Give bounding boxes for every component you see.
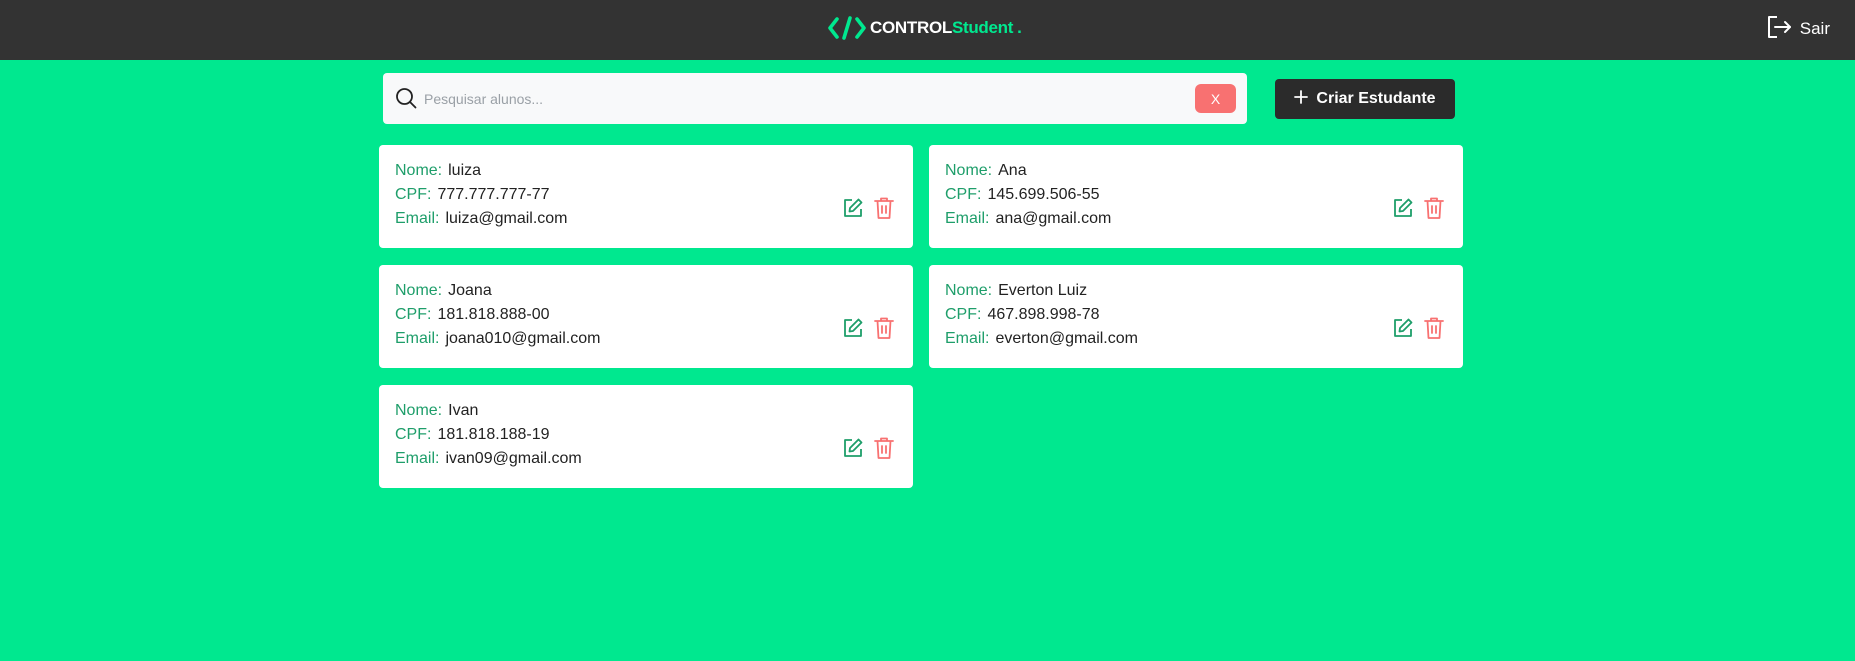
search-bar: X <box>383 73 1247 124</box>
trash-icon[interactable] <box>1423 196 1445 225</box>
edit-icon[interactable] <box>842 197 864 224</box>
student-cpf: 145.699.506-55 <box>987 186 1100 203</box>
student-email: ana@gmail.com <box>995 210 1112 227</box>
student-email: joana010@gmail.com <box>445 330 601 347</box>
student-name: Everton Luiz <box>998 282 1088 299</box>
logo-dot: . <box>1017 18 1022 37</box>
cpf-label: CPF: <box>395 426 432 443</box>
name-label: Nome: <box>395 162 443 179</box>
student-name: Ana <box>998 162 1027 179</box>
logout-label: Sair <box>1799 19 1830 38</box>
student-cpf: 467.898.998-78 <box>987 306 1100 323</box>
cpf-label: CPF: <box>395 306 432 323</box>
student-card: Nome: Ivan CPF: 181.818.188-19 Email: ivan0… <box>379 385 913 488</box>
plus-icon <box>1294 89 1309 109</box>
email-label: Email: <box>395 330 440 347</box>
student-cpf: 181.818.188-19 <box>437 426 550 443</box>
cpf-label: CPF: <box>395 186 432 203</box>
email-label: Email: <box>945 330 990 347</box>
student-email: ivan09@gmail.com <box>445 450 582 467</box>
logo-text-control: CONTROL <box>870 18 952 37</box>
logo-text-student: Student <box>951 18 1014 37</box>
trash-icon[interactable] <box>873 316 895 345</box>
cpf-label: CPF: <box>945 306 982 323</box>
search-icon <box>395 87 417 114</box>
email-label: Email: <box>945 210 990 227</box>
edit-icon[interactable] <box>1392 317 1414 344</box>
edit-icon[interactable] <box>842 317 864 344</box>
code-icon <box>828 15 866 41</box>
trash-icon[interactable] <box>873 196 895 225</box>
student-cpf: 181.818.888-00 <box>437 306 550 323</box>
create-student-label: Criar Estudante <box>1316 90 1436 107</box>
app-logo[interactable]: CONTROLStudent. <box>828 14 1022 42</box>
logout-button[interactable]: Sair <box>1766 15 1830 43</box>
clear-search-button[interactable]: X <box>1195 84 1236 113</box>
student-email: luiza@gmail.com <box>445 210 568 227</box>
email-label: Email: <box>395 450 440 467</box>
create-student-button[interactable]: Criar Estudante <box>1275 79 1455 119</box>
student-card: Nome: Ana CPF: 145.699.506-55 Email: ana@gm… <box>929 145 1463 248</box>
student-name: luiza <box>448 162 482 179</box>
name-label: Nome: <box>945 282 993 299</box>
name-label: Nome: <box>395 402 443 419</box>
trash-icon[interactable] <box>1423 316 1445 345</box>
student-card: Nome: Everton Luiz CPF: 467.898.998-78 Ema… <box>929 265 1463 368</box>
edit-icon[interactable] <box>1392 197 1414 224</box>
student-email: everton@gmail.com <box>995 330 1138 347</box>
edit-icon[interactable] <box>842 437 864 464</box>
cpf-label: CPF: <box>945 186 982 203</box>
student-name: Ivan <box>448 402 479 419</box>
student-card: Nome: Joana CPF: 181.818.888-00 Email: joan… <box>379 265 913 368</box>
name-label: Nome: <box>395 282 443 299</box>
search-input[interactable] <box>422 85 1176 113</box>
logout-icon <box>1766 14 1792 45</box>
top-navbar: CONTROLStudent. Sair <box>0 0 1855 60</box>
student-name: Joana <box>448 282 492 299</box>
trash-icon[interactable] <box>873 436 895 465</box>
student-cpf: 777.777.777-77 <box>437 186 550 203</box>
name-label: Nome: <box>945 162 993 179</box>
student-card: Nome: luiza CPF: 777.777.777-77 Email: luiz… <box>379 145 913 248</box>
email-label: Email: <box>395 210 440 227</box>
